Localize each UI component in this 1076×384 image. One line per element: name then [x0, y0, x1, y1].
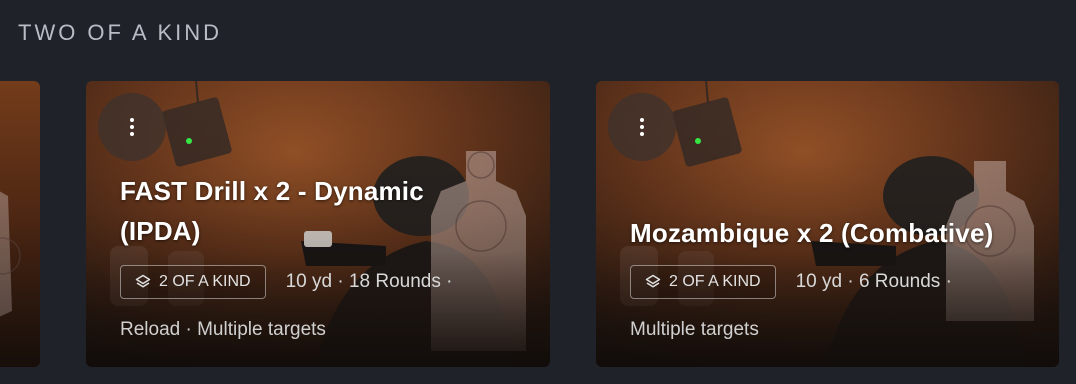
layers-icon — [135, 274, 151, 288]
badge-label: 2 OF A KIND — [159, 273, 251, 290]
distance-rounds-text: 10 yd · 6 Rounds · — [795, 271, 952, 292]
section-title: TWO OF A KIND — [18, 20, 223, 45]
card-title-line2: (IPDA) — [120, 216, 201, 246]
card-meta-row: 2 OF A KIND 10 yd · 18 Rounds · — [120, 265, 452, 299]
more-vertical-icon — [130, 118, 134, 136]
layers-icon — [645, 274, 661, 288]
drill-card[interactable]: FAST Drill x 2 - Dynamic (IPDA) 2 OF A K… — [86, 81, 550, 367]
card-menu-button[interactable] — [98, 93, 166, 161]
badge-label: 2 OF A KIND — [669, 273, 761, 290]
card-tags: Multiple targets — [630, 319, 759, 340]
card-tags: Reload · Multiple targets — [120, 319, 326, 340]
two-of-a-kind-section: TWO OF A KIND FAST Drill x 2 - Dynamic (… — [0, 0, 1076, 384]
card-shade — [0, 81, 40, 367]
more-vertical-icon — [640, 118, 644, 136]
drill-card[interactable]: Mozambique x 2 (Combative) 2 OF A KIND 1… — [596, 81, 1059, 367]
two-of-a-kind-badge: 2 OF A KIND — [630, 265, 776, 299]
distance-rounds-text: 10 yd · 18 Rounds · — [285, 271, 453, 292]
card-title-line1: FAST Drill x 2 - Dynamic — [120, 176, 424, 206]
card-menu-button[interactable] — [608, 93, 676, 161]
card-meta-row: 2 OF A KIND 10 yd · 6 Rounds · — [630, 265, 952, 299]
two-of-a-kind-badge: 2 OF A KIND — [120, 265, 266, 299]
drill-card-partial[interactable] — [0, 81, 40, 367]
card-title-line1: Mozambique x 2 (Combative) — [630, 218, 994, 248]
